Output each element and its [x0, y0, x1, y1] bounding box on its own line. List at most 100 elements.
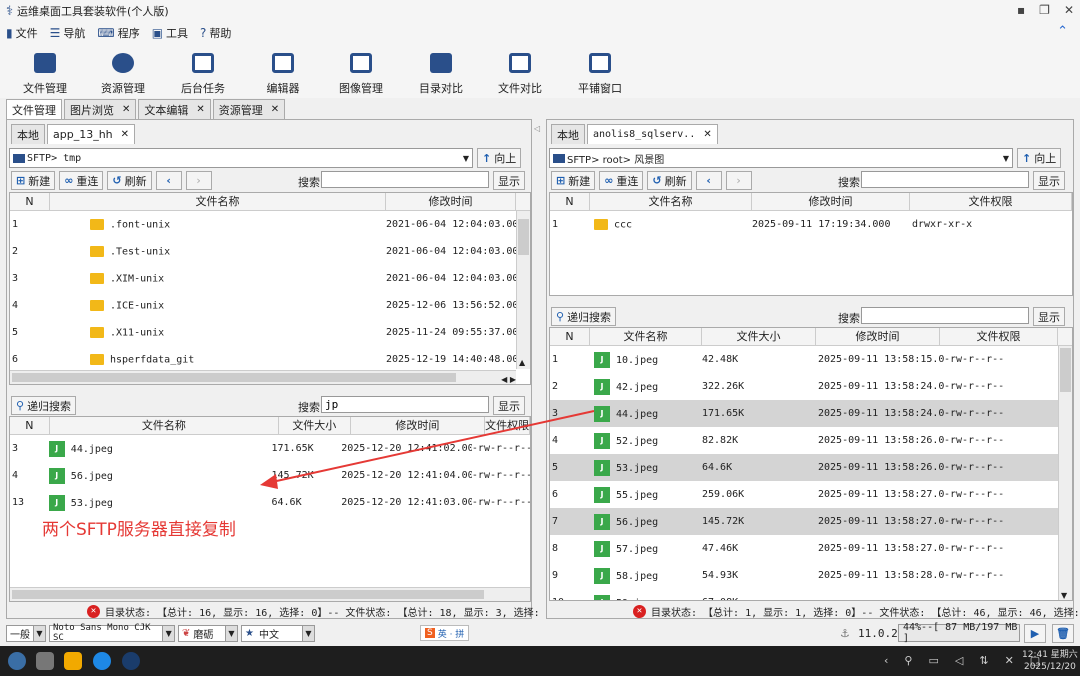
left-rsearch-input[interactable]: [321, 396, 489, 413]
right-tab-session[interactable]: anolis8_sqlserv.. ✕: [587, 124, 718, 144]
col-n[interactable]: N: [10, 193, 50, 210]
scroll-left-icon[interactable]: ◀ ▶: [501, 375, 516, 384]
trash-button[interactable]: 🗑: [1052, 624, 1074, 643]
app-store-icon[interactable]: [64, 652, 82, 670]
tab-image-browser[interactable]: 图片浏览 ✕: [64, 99, 137, 119]
right-show-button[interactable]: 显示: [1033, 171, 1065, 190]
right-rshow-button[interactable]: 显示: [1033, 307, 1065, 326]
left-recursive-search-button[interactable]: ⚲ 递归搜索: [11, 396, 77, 415]
clock[interactable]: 12:41 星期六 2025/12/20: [1022, 649, 1078, 673]
toolbar-dir-compare-button[interactable]: 目录对比: [406, 50, 476, 96]
collapse-toolbar-icon[interactable]: ⌃: [1057, 24, 1068, 39]
clipboard-icon[interactable]: ▭: [928, 654, 938, 667]
browser-icon[interactable]: [93, 652, 111, 670]
close-icon[interactable]: ✕: [271, 104, 279, 115]
left-reconnect-button[interactable]: ∞ 重连: [59, 171, 104, 190]
menu-file[interactable]: ▮ 文件: [6, 25, 38, 41]
start-menu-icon[interactable]: [8, 652, 26, 670]
close-icon[interactable]: ✕: [121, 129, 129, 140]
col-perm[interactable]: 文件权限: [485, 417, 530, 434]
right-path-combo[interactable]: SFTP> root> 风景图 ▼: [549, 148, 1013, 168]
left-rshow-button[interactable]: 显示: [493, 396, 525, 415]
col-n[interactable]: N: [550, 328, 590, 345]
table-row[interactable]: 9 J 58.jpeg 54.93K 2025-09-11 13:58:28.000 -r…: [550, 562, 1072, 589]
table-row[interactable]: 10J 59.jpeg 67.08K: [550, 589, 1072, 600]
mute-icon[interactable]: ✕: [1005, 654, 1014, 667]
right-up-button[interactable]: ↑ 向上: [1017, 148, 1062, 168]
table-row[interactable]: 7 J 56.jpeg 145.72K 2025-09-11 13:58:27.000-…: [550, 508, 1072, 535]
search-icon[interactable]: ⚲: [904, 654, 912, 667]
right-new-button[interactable]: ⊞ 新建: [551, 171, 596, 190]
table-row[interactable]: 4 J 52.jpeg 82.82K 2025-09-11 13:58:26.000 -r…: [550, 427, 1072, 454]
col-size[interactable]: 文件大小: [702, 328, 816, 345]
left-tab-session[interactable]: app_13_hh ✕: [47, 124, 136, 144]
language-select[interactable]: ★ 中文 ▼: [241, 624, 315, 642]
toolbar-editor-button[interactable]: 编辑器: [248, 50, 318, 96]
table-row[interactable]: 1 J 10.jpeg 42.48K 2025-09-11 13:58:15.000 -r…: [550, 346, 1072, 373]
close-button[interactable]: ✕: [1064, 3, 1074, 17]
table-row[interactable]: 4 J 56.jpeg 145.72K 2025-12-20 12:41:04.000-…: [10, 462, 530, 489]
close-icon[interactable]: ✕: [196, 104, 204, 115]
gc-run-button[interactable]: ▶: [1024, 624, 1046, 643]
menu-navigate[interactable]: ☰ 导航: [50, 25, 86, 41]
table-row[interactable]: 5 J 53.jpeg 64.6K 2025-09-11 13:58:26.000 -rw…: [550, 454, 1072, 481]
left-back-button[interactable]: ‹: [155, 171, 182, 190]
tab-text-editor[interactable]: 文本编辑 ✕: [138, 99, 211, 119]
ime-toolbar[interactable]: S英 · 拼: [420, 625, 470, 641]
col-time[interactable]: 修改时间: [752, 193, 910, 210]
left-refresh-button[interactable]: ↺ 刷新: [107, 171, 152, 190]
right-tab-local[interactable]: 本地: [551, 124, 585, 144]
col-time[interactable]: 修改时间: [386, 193, 516, 210]
right-rsearch-input[interactable]: [861, 307, 1029, 324]
left-search-input[interactable]: [321, 171, 489, 188]
right-refresh-button[interactable]: ↺ 刷新: [647, 171, 692, 190]
col-time[interactable]: 修改时间: [351, 417, 486, 434]
left-tab-local[interactable]: 本地: [11, 124, 45, 144]
col-perm[interactable]: 文件权限: [910, 193, 1072, 210]
menu-tools[interactable]: ▣ 工具: [152, 25, 188, 41]
table-row[interactable]: 1 .font-unix 2021-06-04 12:04:03.000 dr: [10, 211, 530, 238]
toolbar-tile-window-button[interactable]: 平铺窗口: [565, 50, 635, 96]
left-up-button[interactable]: ↑ 向上: [477, 148, 522, 168]
left-new-button[interactable]: ⊞ 新建: [11, 171, 56, 190]
menu-help[interactable]: ? 帮助: [200, 25, 231, 41]
mode-select[interactable]: 一般 ▼: [6, 624, 46, 642]
scroll-down-icon[interactable]: ▼: [1061, 591, 1067, 600]
table-row[interactable]: 3 J 44.jpeg 171.65K 2025-09-11 13:58:24.000-…: [550, 400, 1072, 427]
table-row[interactable]: 3 .XIM-unix 2021-06-04 12:04:03.000 dr: [10, 265, 530, 292]
left-path-combo[interactable]: SFTP> tmp ▼: [9, 148, 473, 168]
close-icon[interactable]: ✕: [703, 129, 711, 140]
tab-file-manager[interactable]: 文件管理: [6, 99, 62, 119]
network-icon[interactable]: ⇅: [979, 654, 988, 667]
volume-icon[interactable]: ◁: [955, 654, 963, 667]
table-row[interactable]: 13 J 53.jpeg 64.6K 2025-12-20 12:41:03.000 -r…: [10, 489, 530, 516]
font-select[interactable]: Noto Sans Mono CJK SC ▼: [49, 623, 175, 643]
table-row[interactable]: 2 .Test-unix 2021-06-04 12:04:03.000 dr: [10, 238, 530, 265]
col-n[interactable]: N: [550, 193, 590, 210]
close-icon[interactable]: ✕: [122, 104, 130, 115]
right-file-scrollbar[interactable]: ▼: [1058, 346, 1072, 600]
toolbar-resource-button[interactable]: 资源管理: [88, 50, 158, 96]
table-row[interactable]: 6 J 55.jpeg 259.06K 2025-09-11 13:58:27.000-…: [550, 481, 1072, 508]
scroll-up-icon[interactable]: ▲: [519, 358, 525, 367]
col-perm[interactable]: 文件权限: [940, 328, 1058, 345]
col-name[interactable]: 文件名称: [590, 328, 702, 345]
ops-app-icon[interactable]: [122, 652, 140, 670]
left-dir-hscroll[interactable]: [10, 370, 516, 384]
theme-select[interactable]: ❦ 磨砺 ▼: [178, 624, 238, 642]
tab-resource-manager[interactable]: 资源管理 ✕: [212, 99, 286, 119]
right-reconnect-button[interactable]: ∞ 重连: [599, 171, 644, 190]
menu-program[interactable]: ⌨ 程序: [97, 25, 139, 41]
right-recursive-search-button[interactable]: ⚲ 递归搜索: [551, 307, 617, 326]
toolbar-file-compare-button[interactable]: 文件对比: [485, 50, 555, 96]
col-name[interactable]: 文件名称: [590, 193, 752, 210]
left-file-hscroll[interactable]: [10, 587, 530, 601]
col-time[interactable]: 修改时间: [816, 328, 940, 345]
col-name[interactable]: 文件名称: [50, 417, 279, 434]
table-row[interactable]: 2 J 42.jpeg 322.26K 2025-09-11 13:58:24.000-…: [550, 373, 1072, 400]
right-forward-button[interactable]: ›: [725, 171, 752, 190]
toolbar-background-task-button[interactable]: 后台任务: [168, 50, 238, 96]
left-dir-scrollbar[interactable]: ▲: [516, 211, 530, 369]
splitter-handle-icon[interactable]: ◁: [534, 124, 540, 133]
toolbar-file-manager-button[interactable]: 文件管理: [10, 50, 80, 96]
